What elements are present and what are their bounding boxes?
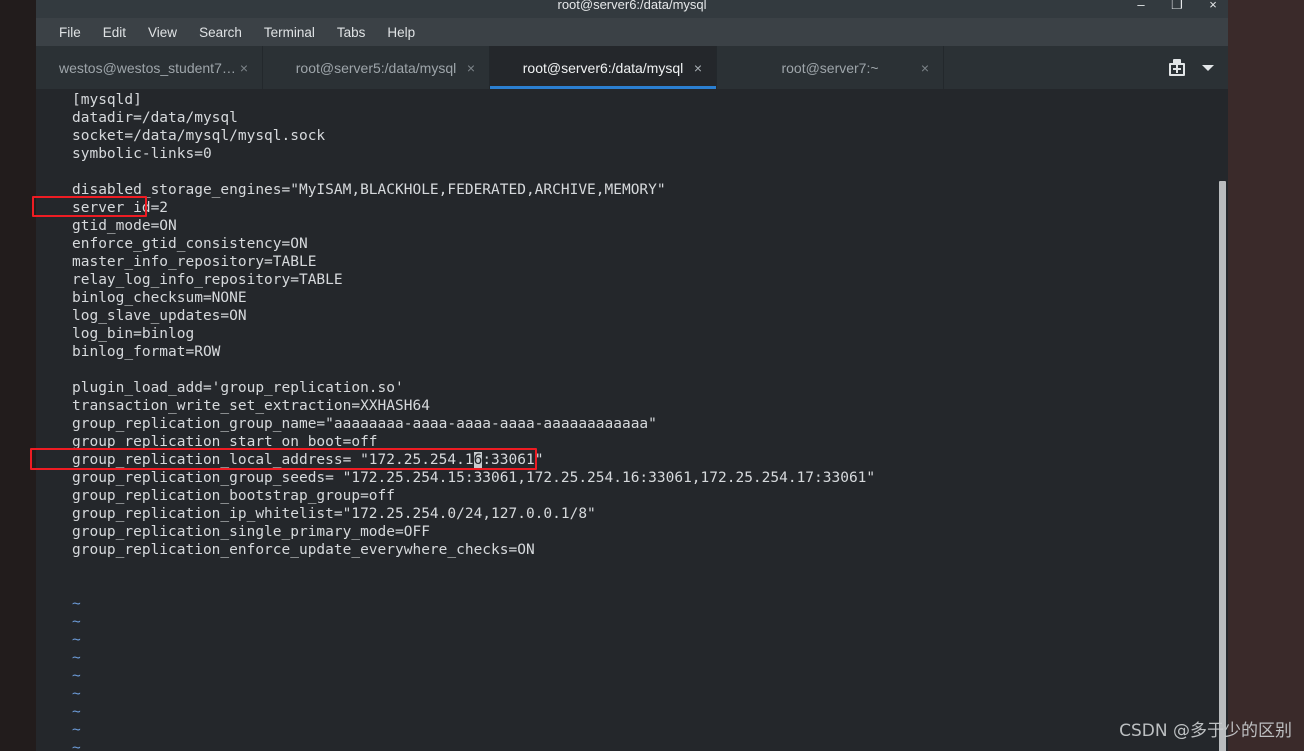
vim-empty-line-marker: ~ [72,722,81,738]
tab-bar-spacer [944,46,1162,89]
new-tab-icon[interactable] [1168,58,1186,77]
terminal-line: disabled_storage_engines="MyISAM,BLACKHO… [72,182,666,198]
terminal-line: plugin_load_add='group_replication.so' [72,380,404,396]
tab-label: root@server5:/data/mysql [295,59,457,76]
vim-empty-line-marker: ~ [72,596,81,612]
terminal-line: ~ [36,739,875,751]
terminal-line: ~ [36,649,875,667]
terminal-line: [mysqld] [72,92,142,108]
terminal-line: ~ [36,613,875,631]
terminal-line: ~ [36,631,875,649]
menu-tabs[interactable]: Tabs [326,23,377,42]
vim-empty-line-marker: ~ [72,704,81,720]
tab-label: root@server7:~ [781,59,879,76]
menu-bar: File Edit View Search Terminal Tabs Help [36,18,1228,46]
tab-close-icon[interactable]: × [921,61,929,75]
terminal-line: master_info_repository=TABLE [72,254,317,270]
window-title: root@server6:/data/mysql [557,0,707,12]
tab-root-server7[interactable]: root@server7:~ × [717,46,944,89]
terminal-line: log_slave_updates=ON [72,308,247,324]
tab-label: westos@westos_student73:~… [59,59,239,76]
close-button[interactable]: × [1206,0,1220,11]
terminal-line: log_bin=binlog [72,326,195,342]
tab-close-icon[interactable]: × [240,61,248,75]
vim-empty-line-marker: ~ [72,650,81,666]
title-bar: root@server6:/data/mysql – ❐ × [36,0,1228,18]
scrollbar-thumb[interactable] [1219,181,1226,751]
desktop-background-right [1228,0,1304,751]
terminal-line: transaction_write_set_extraction=XXHASH6… [72,398,430,414]
terminal-line: symbolic-links=0 [72,146,212,162]
terminal-line: group_replication_start_on_boot=off [72,434,378,450]
terminal-text: [mysqld] datadir=/data/mysql socket=/data/… [36,89,875,751]
terminal-body[interactable]: [mysqld] datadir=/data/mysql socket=/data/… [36,89,1228,751]
tab-close-icon[interactable]: × [467,61,475,75]
minimize-button[interactable]: – [1134,0,1148,11]
terminal-line: ~ [36,667,875,685]
tab-westos-student73[interactable]: westos@westos_student73:~… × [36,46,263,89]
terminal-line: relay_log_info_repository=TABLE [72,272,343,288]
maximize-button[interactable]: ❐ [1170,0,1184,11]
screen: root@server6:/data/mysql – ❐ × File Edit… [0,0,1304,751]
vim-empty-line-marker: ~ [72,632,81,648]
terminal-line: group_replication_group_name="aaaaaaaa-a… [72,416,657,432]
menu-terminal[interactable]: Terminal [253,23,326,42]
menu-file[interactable]: File [48,23,92,42]
terminal-line: socket=/data/mysql/mysql.sock [72,128,326,144]
menu-help[interactable]: Help [376,23,426,42]
watermark: CSDN @多于少的区别 [1119,721,1292,741]
vim-empty-line-marker: ~ [72,614,81,630]
tab-bar-actions [1162,46,1228,89]
chevron-down-icon[interactable] [1202,64,1214,71]
terminal-line: binlog_format=ROW [72,344,221,360]
tab-root-server6[interactable]: root@server6:/data/mysql × [490,46,717,89]
tab-close-icon[interactable]: × [694,61,702,75]
terminal-line: ~ [36,685,875,703]
vim-empty-line-marker: ~ [72,686,81,702]
terminal-line: ~ [36,595,875,613]
desktop-background-left [0,0,36,751]
menu-search[interactable]: Search [188,23,253,42]
terminal-line: group_replication_bootstrap_group=off [72,488,396,504]
terminal-line: group_replication_group_seeds= "172.25.2… [72,470,876,486]
text-cursor: 6 [473,452,483,468]
terminal-line: server_id=2 [72,200,169,216]
vim-empty-line-marker: ~ [72,740,81,751]
vim-empty-line-marker: ~ [72,668,81,684]
terminal-line: enforce_gtid_consistency=ON [72,236,308,252]
scrollbar-track[interactable] [1218,89,1228,751]
window-controls: – ❐ × [1134,0,1220,18]
terminal-window: root@server6:/data/mysql – ❐ × File Edit… [36,0,1228,751]
terminal-line: ~ [36,721,875,739]
tab-root-server5[interactable]: root@server5:/data/mysql × [263,46,490,89]
terminal-line: group_replication_single_primary_mode=OF… [72,524,430,540]
tab-bar: westos@westos_student73:~… × root@server… [36,46,1228,89]
menu-view[interactable]: View [137,23,188,42]
terminal-line: binlog_checksum=NONE [72,290,247,306]
terminal-line: ~ [36,703,875,721]
terminal-line: group_replication_enforce_update_everywh… [72,542,535,558]
menu-edit[interactable]: Edit [92,23,137,42]
tab-label: root@server6:/data/mysql [522,59,684,76]
terminal-line: gtid_mode=ON [72,218,177,234]
terminal-line: group_replication_local_address= "172.25… [72,452,544,468]
terminal-line: datadir=/data/mysql [72,110,238,126]
terminal-line: group_replication_ip_whitelist="172.25.2… [72,506,596,522]
